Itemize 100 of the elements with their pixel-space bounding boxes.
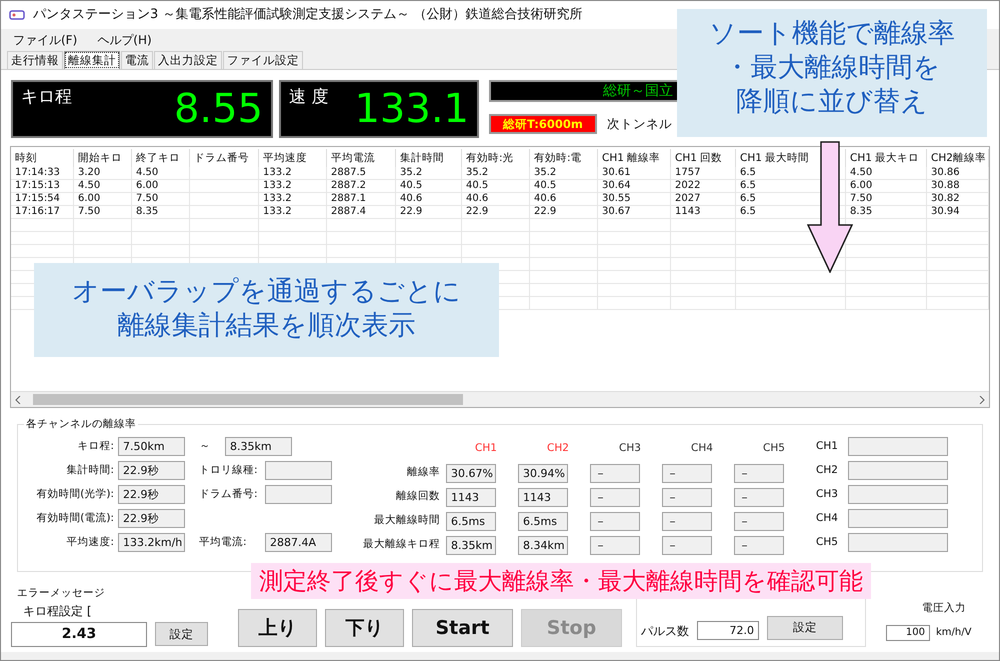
metric-label: 最大離線キロ程 xyxy=(362,537,441,552)
table-cell: 4.50 xyxy=(78,180,100,191)
error-label: エラーメッセージ xyxy=(17,586,106,601)
readonly-field: － xyxy=(662,488,712,506)
table-cell: 35.2 xyxy=(400,167,422,178)
readonly-field xyxy=(265,461,332,480)
column-header[interactable]: CH1 最大キロ xyxy=(846,149,927,167)
menu-item[interactable]: ヘルプ(H) xyxy=(97,31,152,49)
table-cell: 6.5 xyxy=(740,167,756,178)
callout-text: オーバラップを通過するごとに xyxy=(72,275,461,309)
readonly-field: － xyxy=(590,536,640,554)
pulse-set-button[interactable]: 設定 xyxy=(767,616,843,640)
tab[interactable]: 電流 xyxy=(121,51,153,69)
scroll-left-icon[interactable] xyxy=(15,396,21,404)
section-display: 総研～国立 xyxy=(489,80,679,102)
kilo-input[interactable]: 2.43 xyxy=(11,622,147,647)
column-header[interactable]: 時刻 xyxy=(11,149,74,167)
column-header[interactable]: CH2離線率 xyxy=(927,149,989,167)
readonly-field: － xyxy=(590,488,640,506)
display-value: 133.1 xyxy=(354,85,469,134)
column-header[interactable]: 有効時:光 xyxy=(462,149,530,167)
column-header[interactable]: 平均速度 xyxy=(259,149,327,167)
tab[interactable]: 走行情報 xyxy=(7,51,63,69)
table-cell: 6.00 xyxy=(136,180,158,191)
table-cell: 7.50 xyxy=(850,193,872,204)
readonly-field xyxy=(265,485,332,504)
table-cell: 1143 xyxy=(675,206,700,217)
column-header[interactable]: CH1 離線率 xyxy=(598,149,671,167)
callout-text: ・最大離線時間を xyxy=(724,51,940,85)
control-button[interactable]: Start xyxy=(412,608,513,647)
menu-item[interactable]: ファイル(F) xyxy=(13,31,78,49)
field-label: 有効時間(電流): xyxy=(35,510,115,526)
table-cell: 30.64 xyxy=(602,180,631,191)
table-cell: 30.88 xyxy=(931,180,960,191)
table-cell: 2887.5 xyxy=(331,167,366,178)
control-button[interactable]: 上り xyxy=(238,608,317,647)
table-cell: 6.00 xyxy=(78,193,100,204)
metric-label: 最大離線時間 xyxy=(373,513,441,528)
set-button[interactable]: 設定 xyxy=(155,622,208,646)
table-cell: 17:14:33 xyxy=(15,167,60,178)
field-label: ドラム番号: xyxy=(198,486,259,502)
horizontal-scrollbar[interactable] xyxy=(11,391,989,407)
column-header[interactable]: 平均電流 xyxy=(327,149,396,167)
readonly-field: － xyxy=(662,512,712,530)
table-cell: 8.35 xyxy=(850,206,872,217)
table-cell: 30.61 xyxy=(602,167,631,178)
readonly-field: 30.94% xyxy=(518,464,568,482)
channel-header: CH5 xyxy=(762,441,786,456)
metric-label: 離線回数 xyxy=(395,489,441,504)
readonly-field: 133.2km/h xyxy=(118,533,185,552)
field-label: 平均電流: xyxy=(198,534,248,550)
column-header[interactable]: 有効時:電 xyxy=(530,149,598,167)
table-cell: 133.2 xyxy=(263,193,292,204)
voltage-input[interactable]: 100 xyxy=(886,624,930,641)
column-header[interactable]: ドラム番号 xyxy=(190,149,259,167)
column-header[interactable]: 終了キロ xyxy=(132,149,190,167)
table-cell: 2027 xyxy=(675,193,700,204)
window-title: パンタステーション3 ～集電系性能評価試験測定支援システム～ （公財）鉄道総合技術研究所 xyxy=(33,6,583,24)
table-cell: 4.50 xyxy=(136,167,158,178)
metric-label: 離線率 xyxy=(406,465,441,480)
readonly-field: 8.34km xyxy=(518,536,568,554)
table-cell: 7.50 xyxy=(78,206,100,217)
pulse-label: パルス数 xyxy=(641,622,689,640)
channel-header: CH3 xyxy=(618,441,642,456)
pulse-input[interactable]: 72.0 xyxy=(697,620,759,640)
scroll-right-icon[interactable] xyxy=(979,396,985,404)
field-label: キロ程: xyxy=(76,438,115,454)
tab[interactable]: 入出力設定 xyxy=(154,51,222,69)
readonly-field: － xyxy=(734,512,784,530)
table-cell: 30.55 xyxy=(602,193,631,204)
readonly-field: 22.9秒 xyxy=(118,485,185,504)
readonly-field: 1143 xyxy=(446,488,496,506)
control-button[interactable]: 下り xyxy=(325,608,404,647)
tunnel-badge: 総研T:6000m xyxy=(489,114,597,134)
kilo-setting-label: キロ程設定 [ xyxy=(23,602,92,620)
field-label: 平均速度: xyxy=(65,534,115,550)
table-cell: 30.67 xyxy=(602,206,631,217)
voltage-label: 電圧入力 xyxy=(922,601,967,616)
readonly-field: 6.5ms xyxy=(518,512,568,530)
table-cell: 133.2 xyxy=(263,180,292,191)
table-cell: 133.2 xyxy=(263,167,292,178)
column-header[interactable]: CH1 回数 xyxy=(671,149,736,167)
table-cell: 22.9 xyxy=(534,206,556,217)
column-header[interactable]: 集計時間 xyxy=(396,149,462,167)
field-label: トロリ線種: xyxy=(198,462,259,478)
table-cell: 6.5 xyxy=(740,180,756,191)
table-cell: 40.6 xyxy=(466,193,488,204)
table-cell: 17:16:17 xyxy=(15,206,60,217)
tab[interactable]: 離線集計 xyxy=(64,51,120,69)
table-cell: 2887.1 xyxy=(331,193,366,204)
tab[interactable]: ファイル設定 xyxy=(223,51,303,69)
table-cell: 35.2 xyxy=(534,167,556,178)
table-cell: 3.20 xyxy=(78,167,100,178)
display-label: キロ程 xyxy=(21,86,72,109)
range-separator: ～ xyxy=(198,438,212,454)
channel-label: CH5 xyxy=(816,534,838,550)
column-header[interactable]: 開始キロ xyxy=(74,149,132,167)
table-cell: 22.9 xyxy=(400,206,422,217)
readonly-field: － xyxy=(590,464,640,482)
readonly-field: 30.67% xyxy=(446,464,496,482)
